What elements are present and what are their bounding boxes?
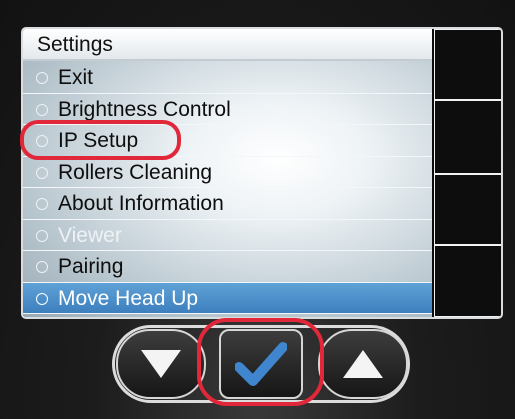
radio-icon (36, 72, 48, 84)
menu-title: Settings (23, 29, 432, 61)
side-slot (434, 174, 501, 245)
radio-icon (36, 261, 48, 273)
radio-icon (36, 292, 48, 305)
menu-item-about-information[interactable]: About Information (23, 188, 432, 220)
radio-icon (36, 198, 48, 210)
arrow-down-icon (141, 350, 181, 378)
radio-icon (36, 103, 48, 116)
menu-item-label: Rollers Cleaning (58, 160, 213, 184)
ip-setup-highlight (20, 120, 181, 160)
menu-item-label: Brightness Control (58, 97, 231, 121)
side-slot (434, 100, 501, 174)
up-button[interactable] (318, 329, 408, 399)
radio-icon (36, 166, 48, 179)
menu-item-label: Exit (58, 66, 94, 89)
display-screen: Settings Exit Brightness Control IP Setu… (21, 27, 503, 319)
radio-icon (36, 229, 48, 242)
menu-item-viewer: Viewer (23, 220, 432, 251)
ok-button-highlight (197, 318, 324, 406)
menu-item-label: About Information (58, 192, 224, 215)
menu-item-pairing[interactable]: Pairing (23, 251, 432, 283)
side-slot (434, 29, 501, 100)
down-button[interactable] (116, 329, 206, 399)
menu-item-label: Pairing (58, 255, 124, 278)
menu-item-label: Viewer (58, 223, 122, 247)
settings-menu: Settings Exit Brightness Control IP Setu… (23, 29, 432, 317)
menu-item-move-head-up[interactable]: Move Head Up (23, 282, 432, 314)
arrow-up-icon (343, 350, 383, 378)
side-slot (434, 245, 501, 317)
device-panel: Settings Exit Brightness Control IP Setu… (0, 0, 515, 419)
menu-item-label: Move Head Up (58, 286, 199, 310)
menu-item-exit[interactable]: Exit (23, 62, 432, 94)
menu-item-rollers-cleaning[interactable]: Rollers Cleaning (23, 157, 432, 188)
side-panel (434, 29, 501, 317)
